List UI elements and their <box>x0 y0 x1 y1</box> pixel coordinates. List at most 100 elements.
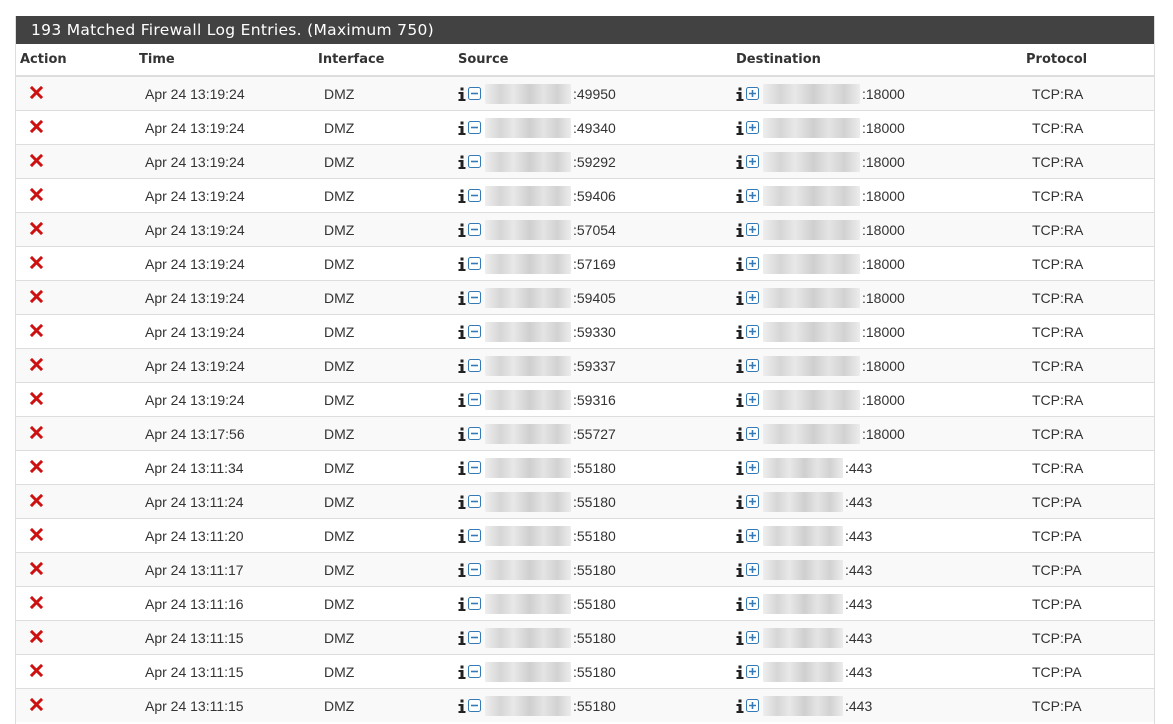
info-icon[interactable] <box>736 87 744 101</box>
plus-square-icon[interactable] <box>746 257 759 270</box>
plus-square-icon[interactable] <box>746 121 759 134</box>
minus-square-icon[interactable] <box>468 393 481 406</box>
minus-square-icon[interactable] <box>468 257 481 270</box>
plus-square-icon[interactable] <box>746 495 759 508</box>
plus-square-icon[interactable] <box>746 699 759 712</box>
info-icon[interactable] <box>736 427 744 441</box>
minus-square-icon[interactable] <box>468 631 481 644</box>
plus-square-icon[interactable] <box>746 359 759 372</box>
block-x-icon[interactable] <box>30 697 43 711</box>
minus-square-icon[interactable] <box>468 699 481 712</box>
block-x-icon[interactable] <box>30 289 43 303</box>
info-icon[interactable] <box>736 495 744 509</box>
minus-square-icon[interactable] <box>468 223 481 236</box>
info-icon[interactable] <box>458 495 466 509</box>
block-x-icon[interactable] <box>30 357 43 371</box>
plus-square-icon[interactable] <box>746 189 759 202</box>
plus-square-icon[interactable] <box>746 665 759 678</box>
info-icon[interactable] <box>458 359 466 373</box>
plus-square-icon[interactable] <box>746 393 759 406</box>
info-icon[interactable] <box>458 121 466 135</box>
column-header-source[interactable]: Source <box>454 44 732 77</box>
info-icon[interactable] <box>736 529 744 543</box>
plus-square-icon[interactable] <box>746 597 759 610</box>
block-x-icon[interactable] <box>30 629 43 643</box>
info-icon[interactable] <box>458 393 466 407</box>
info-icon[interactable] <box>458 461 466 475</box>
column-header-interface[interactable]: Interface <box>314 44 454 77</box>
plus-square-icon[interactable] <box>746 563 759 576</box>
plus-square-icon[interactable] <box>746 461 759 474</box>
minus-square-icon[interactable] <box>468 325 481 338</box>
info-icon[interactable] <box>458 699 466 713</box>
block-x-icon[interactable] <box>30 527 43 541</box>
info-icon[interactable] <box>736 257 744 271</box>
block-x-icon[interactable] <box>30 595 43 609</box>
info-icon[interactable] <box>736 563 744 577</box>
block-x-icon[interactable] <box>30 85 43 99</box>
plus-square-icon[interactable] <box>746 87 759 100</box>
minus-square-icon[interactable] <box>468 189 481 202</box>
minus-square-icon[interactable] <box>468 291 481 304</box>
info-icon[interactable] <box>458 223 466 237</box>
column-header-protocol[interactable]: Protocol <box>1022 44 1154 77</box>
block-x-icon[interactable] <box>30 255 43 269</box>
info-icon[interactable] <box>458 325 466 339</box>
info-icon[interactable] <box>458 631 466 645</box>
minus-square-icon[interactable] <box>468 359 481 372</box>
info-icon[interactable] <box>736 155 744 169</box>
info-icon[interactable] <box>458 155 466 169</box>
info-icon[interactable] <box>458 427 466 441</box>
info-icon[interactable] <box>458 597 466 611</box>
minus-square-icon[interactable] <box>468 121 481 134</box>
block-x-icon[interactable] <box>30 323 43 337</box>
info-icon[interactable] <box>736 699 744 713</box>
info-icon[interactable] <box>736 121 744 135</box>
plus-square-icon[interactable] <box>746 427 759 440</box>
info-icon[interactable] <box>458 87 466 101</box>
info-icon[interactable] <box>736 189 744 203</box>
plus-square-icon[interactable] <box>746 223 759 236</box>
minus-square-icon[interactable] <box>468 87 481 100</box>
info-icon[interactable] <box>736 461 744 475</box>
info-icon[interactable] <box>458 665 466 679</box>
info-icon[interactable] <box>736 291 744 305</box>
minus-square-icon[interactable] <box>468 563 481 576</box>
minus-square-icon[interactable] <box>468 427 481 440</box>
info-icon[interactable] <box>736 359 744 373</box>
minus-square-icon[interactable] <box>468 665 481 678</box>
minus-square-icon[interactable] <box>468 529 481 542</box>
block-x-icon[interactable] <box>30 221 43 235</box>
info-icon[interactable] <box>736 223 744 237</box>
info-icon[interactable] <box>736 631 744 645</box>
plus-square-icon[interactable] <box>746 291 759 304</box>
block-x-icon[interactable] <box>30 187 43 201</box>
block-x-icon[interactable] <box>30 493 43 507</box>
minus-square-icon[interactable] <box>468 597 481 610</box>
minus-square-icon[interactable] <box>468 155 481 168</box>
info-icon[interactable] <box>736 665 744 679</box>
info-icon[interactable] <box>458 529 466 543</box>
column-header-action[interactable]: Action <box>16 44 135 77</box>
plus-square-icon[interactable] <box>746 155 759 168</box>
plus-square-icon[interactable] <box>746 529 759 542</box>
block-x-icon[interactable] <box>30 561 43 575</box>
block-x-icon[interactable] <box>30 663 43 677</box>
block-x-icon[interactable] <box>30 119 43 133</box>
minus-square-icon[interactable] <box>468 461 481 474</box>
info-icon[interactable] <box>458 257 466 271</box>
info-icon[interactable] <box>458 291 466 305</box>
block-x-icon[interactable] <box>30 153 43 167</box>
info-icon[interactable] <box>736 393 744 407</box>
info-icon[interactable] <box>458 563 466 577</box>
info-icon[interactable] <box>736 597 744 611</box>
plus-square-icon[interactable] <box>746 631 759 644</box>
column-header-destination[interactable]: Destination <box>732 44 1022 77</box>
block-x-icon[interactable] <box>30 425 43 439</box>
info-icon[interactable] <box>736 325 744 339</box>
block-x-icon[interactable] <box>30 391 43 405</box>
minus-square-icon[interactable] <box>468 495 481 508</box>
block-x-icon[interactable] <box>30 459 43 473</box>
plus-square-icon[interactable] <box>746 325 759 338</box>
info-icon[interactable] <box>458 189 466 203</box>
